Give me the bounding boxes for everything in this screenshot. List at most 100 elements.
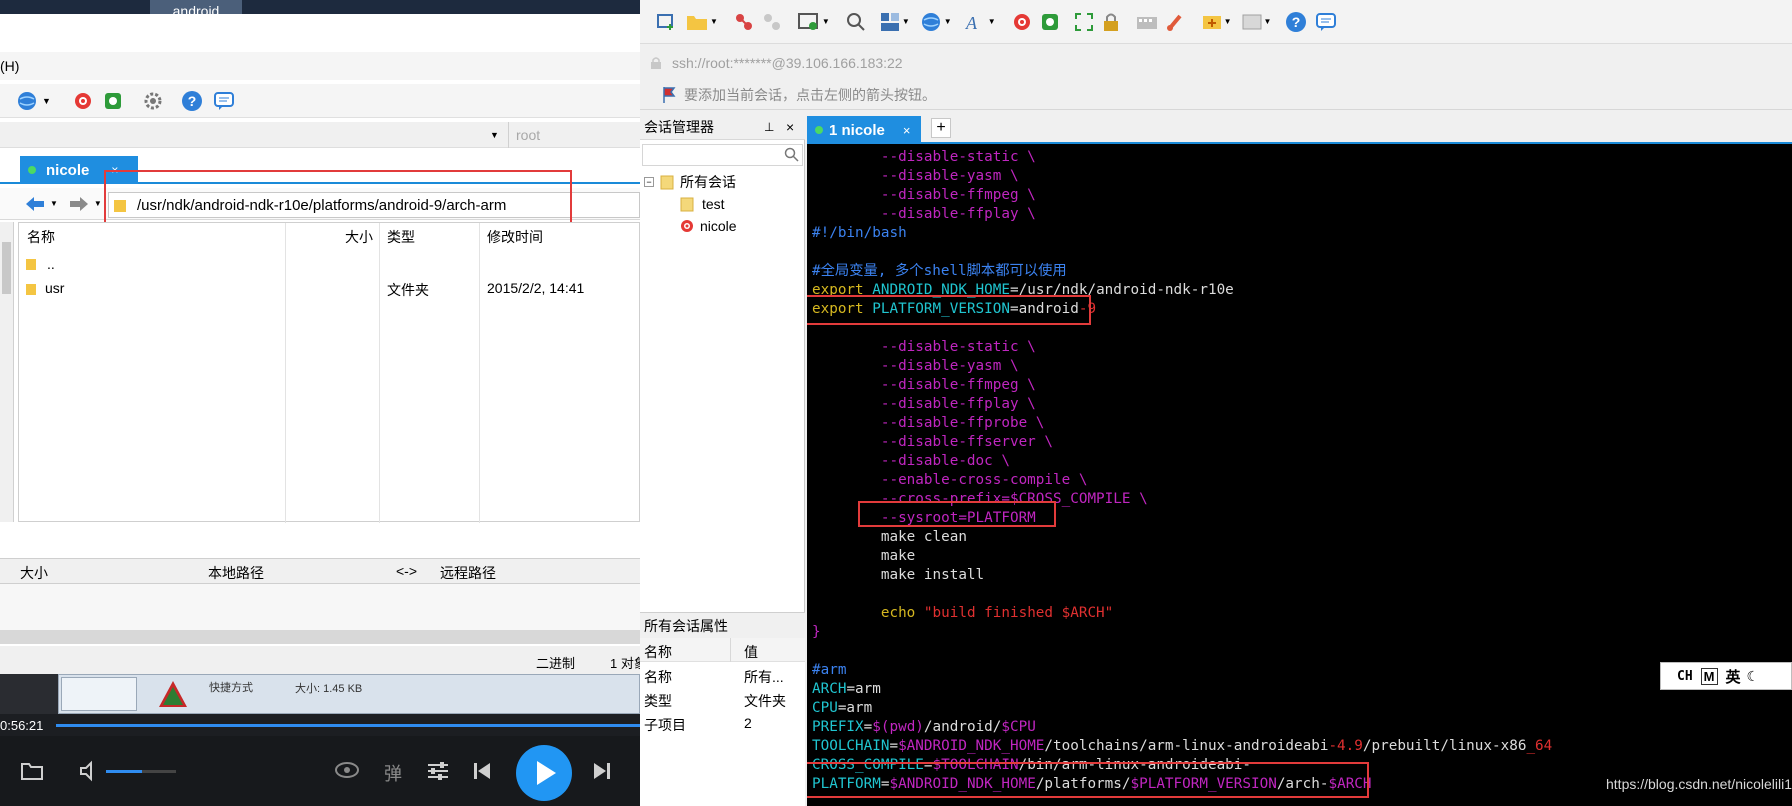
folder-open-icon[interactable] xyxy=(20,760,44,782)
terminal-token: _64 xyxy=(1526,738,1553,754)
terminal-line: #arm xyxy=(812,661,846,680)
collapse-icon[interactable]: − xyxy=(644,177,654,187)
fullscreen-icon[interactable] xyxy=(1074,12,1094,32)
previous-icon[interactable] xyxy=(472,760,492,782)
user-field[interactable]: root xyxy=(516,127,540,143)
tree-item-nicole[interactable]: nicole xyxy=(680,216,737,236)
table-row[interactable]: .. xyxy=(25,253,635,275)
spiral-icon[interactable] xyxy=(1012,12,1032,32)
terminal-line: #全局变量, 多个shell脚本都可以使用 xyxy=(812,262,1067,281)
chevron-down-icon[interactable]: ▼ xyxy=(42,96,51,106)
chat-icon[interactable] xyxy=(1315,11,1337,33)
disconnect-icon[interactable] xyxy=(762,12,782,32)
horizontal-scrollbar[interactable] xyxy=(0,630,640,644)
left-scrollbar[interactable] xyxy=(0,222,14,522)
terminal-token: ARCH xyxy=(812,681,847,697)
column-modified[interactable]: 修改时间 xyxy=(487,227,543,247)
ime-lang[interactable]: 英 xyxy=(1726,666,1741,687)
chevron-down-icon[interactable]: ▼ xyxy=(988,17,996,26)
brush-icon[interactable] xyxy=(1166,12,1186,32)
progress-fill[interactable] xyxy=(56,724,640,727)
lock-icon[interactable] xyxy=(1102,12,1120,32)
back-arrow-icon[interactable] xyxy=(24,195,46,213)
file-type: 文件夹 xyxy=(387,282,429,298)
tree-root-label: 所有会话 xyxy=(680,174,736,190)
chevron-down-icon[interactable]: ▼ xyxy=(1264,17,1272,26)
terminal[interactable]: --disable-static \ --disable-yasm \ --di… xyxy=(807,144,1792,806)
tree-item-all-sessions[interactable]: − 所有会话 xyxy=(644,172,736,192)
chevron-down-icon[interactable]: ▼ xyxy=(944,17,952,26)
chat-icon[interactable] xyxy=(213,90,235,112)
table-row[interactable]: usr 文件夹 2015/2/2, 14:41 xyxy=(25,277,635,301)
play-button-icon[interactable] xyxy=(515,744,573,802)
help-icon[interactable]: ? xyxy=(1285,11,1307,33)
font-icon[interactable]: A xyxy=(964,12,986,32)
object-count: 1 对象 xyxy=(610,656,640,671)
next-icon[interactable] xyxy=(592,760,612,782)
danmaku-button[interactable]: 弹 xyxy=(384,760,402,786)
gear-icon[interactable] xyxy=(143,91,163,111)
terminal-token: } xyxy=(812,624,821,640)
session-search-input[interactable] xyxy=(642,144,803,166)
close-icon[interactable]: × xyxy=(786,119,794,135)
chevron-down-icon[interactable]: ▼ xyxy=(822,17,830,26)
terminal-tab-nicole[interactable]: 1 nicole × xyxy=(807,116,921,144)
chevron-down-icon[interactable]: ▼ xyxy=(490,130,499,140)
transfer-header: 大小 本地路径 <-> 远程路径 xyxy=(0,558,640,584)
bookmark-icon[interactable] xyxy=(662,86,676,104)
add-tab-icon[interactable] xyxy=(1202,13,1222,31)
terminal-token: "build finished $ARCH" xyxy=(923,605,1114,621)
chevron-down-icon[interactable]: ▼ xyxy=(1224,17,1232,26)
spiral-icon[interactable] xyxy=(73,91,93,111)
transfer-col-remote[interactable]: 远程路径 xyxy=(440,563,496,583)
column-type[interactable]: 类型 xyxy=(387,227,415,247)
tile-icon[interactable] xyxy=(1242,13,1262,31)
search-icon[interactable] xyxy=(846,12,866,32)
menu-help[interactable]: (H) xyxy=(0,58,19,74)
column-name[interactable]: 名称 xyxy=(27,227,55,247)
eye-icon[interactable] xyxy=(334,760,360,780)
connect-icon[interactable] xyxy=(734,12,754,32)
globe-icon[interactable] xyxy=(16,90,38,112)
transfer-col-size[interactable]: 大小 xyxy=(20,563,48,583)
settings-sliders-icon[interactable] xyxy=(426,760,450,782)
terminal-line: make clean xyxy=(812,528,967,547)
green-app-icon[interactable] xyxy=(1040,12,1060,32)
volume-icon[interactable] xyxy=(78,760,100,782)
scroll-thumb[interactable] xyxy=(2,242,11,294)
window-tab-android[interactable]: android xyxy=(150,0,242,14)
chevron-down-icon[interactable]: ▼ xyxy=(710,17,718,26)
moon-icon[interactable]: ☾ xyxy=(1747,668,1760,685)
player-progress-bar[interactable]: 0:56:21 xyxy=(0,714,640,736)
terminal-tab-label: 1 nicole xyxy=(829,121,885,139)
chevron-down-icon[interactable]: ▼ xyxy=(94,199,102,208)
connected-dot-icon xyxy=(28,166,36,174)
column-size[interactable]: 大小 xyxy=(345,227,373,247)
ime-ch[interactable]: CH xyxy=(1677,669,1693,684)
add-tab-button[interactable]: + xyxy=(931,118,951,138)
volume-slider-fill[interactable] xyxy=(106,770,142,773)
ime-m[interactable]: M xyxy=(1700,667,1718,685)
property-key: 名称 xyxy=(644,669,672,685)
sftp-window: android (H) ▼ ? ▼ root nicole × ▼ ▼ /usr… xyxy=(0,0,640,806)
session-settings-icon[interactable] xyxy=(797,12,820,32)
chevron-down-icon[interactable]: ▼ xyxy=(50,199,58,208)
transfer-col-direction[interactable]: <-> xyxy=(396,563,417,579)
transfer-col-local[interactable]: 本地路径 xyxy=(208,563,264,583)
help-icon[interactable]: ? xyxy=(181,90,203,112)
new-session-icon[interactable] xyxy=(656,12,676,32)
open-folder-icon[interactable] xyxy=(686,13,708,31)
volume-slider-track[interactable] xyxy=(142,770,176,773)
pin-icon[interactable]: ⊥ xyxy=(764,120,774,134)
forward-arrow-icon[interactable] xyxy=(68,195,90,213)
window-layout-icon[interactable] xyxy=(880,12,900,32)
chevron-down-icon[interactable]: ▼ xyxy=(902,17,910,26)
address-bar[interactable]: ssh://root:*******@39.106.166.183:22 xyxy=(650,50,1792,76)
keyboard-icon[interactable] xyxy=(1136,13,1158,31)
globe-icon[interactable] xyxy=(920,11,942,33)
ime-toolbar[interactable]: CH M 英 ☾ xyxy=(1660,662,1792,690)
tree-item-test[interactable]: test xyxy=(680,194,725,214)
close-icon[interactable]: × xyxy=(903,123,911,138)
green-app-icon[interactable] xyxy=(103,91,123,111)
terminal-line: --disable-ffserver \ xyxy=(812,433,1053,452)
